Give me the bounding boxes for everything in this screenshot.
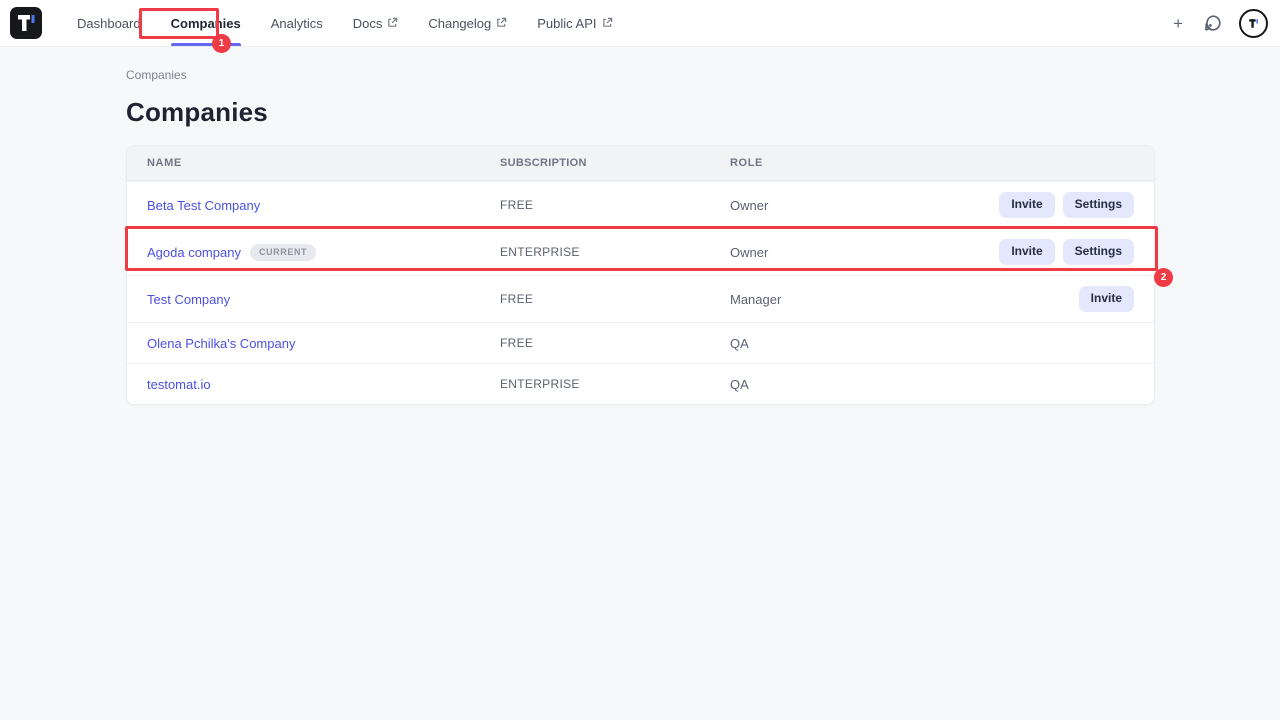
nav-item-dashboard[interactable]: Dashboard xyxy=(77,0,141,46)
current-badge: CURRENT xyxy=(250,244,316,261)
external-link-icon xyxy=(602,17,613,28)
company-link[interactable]: Agoda company xyxy=(147,245,241,260)
table-row: Olena Pchilka's Company FREE QA xyxy=(127,322,1154,363)
settings-button[interactable]: Settings xyxy=(1063,239,1134,264)
column-header-name: NAME xyxy=(147,157,500,169)
table-row: Beta Test Company FREE Owner Invite Sett… xyxy=(127,181,1154,228)
announcements-icon[interactable] xyxy=(1204,14,1222,32)
main-content: Companies Companies NAME SUBSCRIPTION RO… xyxy=(126,47,1155,405)
role-cell: QA xyxy=(730,377,1134,392)
annotation-step-badge: 2 xyxy=(1154,268,1173,287)
column-header-role: ROLE xyxy=(730,157,1134,169)
table-row: Test Company FREE Manager Invite xyxy=(127,275,1154,322)
top-nav-bar: Dashboard Companies Analytics Docs Chang… xyxy=(0,0,1280,47)
subscription-cell: FREE xyxy=(500,292,730,306)
table-header-row: NAME SUBSCRIPTION ROLE xyxy=(127,146,1154,181)
page-title: Companies xyxy=(126,97,1155,128)
nav-item-docs[interactable]: Docs xyxy=(353,0,399,46)
user-avatar[interactable] xyxy=(1239,9,1268,38)
testomat-avatar-icon xyxy=(1245,15,1262,32)
role-cell: Owner xyxy=(730,245,999,260)
nav-item-public-api[interactable]: Public API xyxy=(537,0,612,46)
table-row: testomat.io ENTERPRISE QA xyxy=(127,363,1154,404)
table-row-current: Agoda company CURRENT ENTERPRISE Owner I… xyxy=(127,228,1154,275)
nav-item-analytics[interactable]: Analytics xyxy=(271,0,323,46)
subscription-cell: ENTERPRISE xyxy=(500,377,730,391)
role-cell: Manager xyxy=(730,292,1079,307)
companies-table: NAME SUBSCRIPTION ROLE Beta Test Company… xyxy=(126,145,1155,405)
external-link-icon xyxy=(496,17,507,28)
external-link-icon xyxy=(387,17,398,28)
header-actions: + xyxy=(1169,9,1268,38)
company-link[interactable]: testomat.io xyxy=(147,377,211,392)
testomat-logo-icon[interactable] xyxy=(10,7,42,39)
subscription-cell: FREE xyxy=(500,198,730,212)
invite-button[interactable]: Invite xyxy=(999,192,1054,217)
role-cell: Owner xyxy=(730,198,999,213)
main-nav: Dashboard Companies Analytics Docs Chang… xyxy=(62,0,628,46)
breadcrumb: Companies xyxy=(126,47,1155,82)
company-link[interactable]: Olena Pchilka's Company xyxy=(147,336,295,351)
invite-button[interactable]: Invite xyxy=(1079,286,1134,311)
nav-item-companies[interactable]: Companies xyxy=(171,0,241,46)
invite-button[interactable]: Invite xyxy=(999,239,1054,264)
subscription-cell: ENTERPRISE xyxy=(500,245,730,259)
breadcrumb-companies[interactable]: Companies xyxy=(126,68,187,82)
company-link[interactable]: Test Company xyxy=(147,292,230,307)
plus-icon[interactable]: + xyxy=(1169,13,1187,34)
nav-item-changelog[interactable]: Changelog xyxy=(428,0,507,46)
company-link[interactable]: Beta Test Company xyxy=(147,198,260,213)
settings-button[interactable]: Settings xyxy=(1063,192,1134,217)
column-header-subscription: SUBSCRIPTION xyxy=(500,157,730,169)
subscription-cell: FREE xyxy=(500,336,730,350)
role-cell: QA xyxy=(730,336,1134,351)
